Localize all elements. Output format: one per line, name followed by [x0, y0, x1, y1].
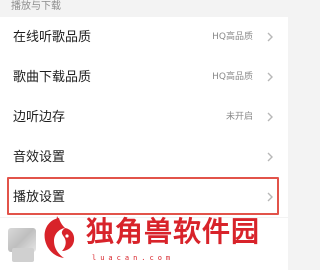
row-label: 边听边存 — [13, 110, 66, 125]
row-value: 未开启 — [225, 112, 253, 122]
watermark-url: luacan.com — [92, 254, 175, 262]
row-label: 在线听歌品质 — [13, 30, 92, 45]
chevron-right-icon — [267, 112, 273, 122]
watermark-text: 独角兽软件园 — [86, 215, 261, 248]
section-header: 播放与下载 — [0, 0, 288, 17]
unicorn-logo-icon — [44, 216, 75, 258]
sound-effects-row[interactable]: 音效设置 — [0, 137, 288, 177]
download-quality-row[interactable]: 歌曲下载品质 HQ高品质 — [0, 57, 288, 97]
online-quality-row[interactable]: 在线听歌品质 HQ高品质 — [0, 17, 288, 57]
row-label: 音效设置 — [13, 150, 66, 165]
row-label: 歌曲下载品质 — [13, 70, 92, 85]
watermark: 独角兽软件园 luacan.com — [38, 210, 288, 270]
blurred-icon — [12, 248, 34, 262]
chevron-right-icon — [267, 152, 273, 162]
row-value: HQ高品质 — [212, 32, 253, 42]
row-value: HQ高品质 — [212, 72, 253, 82]
section-title: 播放与下载 — [11, 1, 61, 12]
chevron-right-icon — [267, 32, 273, 42]
chevron-right-icon — [267, 72, 273, 82]
cache-while-play-row[interactable]: 边听边存 未开启 — [0, 97, 288, 137]
